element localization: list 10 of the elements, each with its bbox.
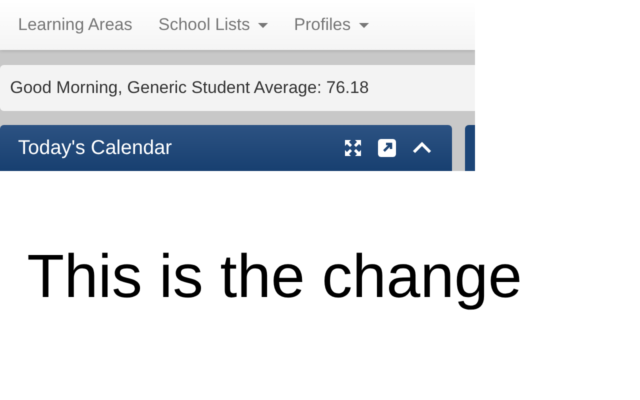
panel-edge (465, 125, 475, 171)
panel-title: Today's Calendar (18, 136, 173, 160)
caption-text: This is the change (26, 241, 524, 311)
nav-link[interactable]: Profiles (294, 15, 369, 35)
chevron-up-icon[interactable] (412, 142, 432, 154)
external-link-icon[interactable] (378, 139, 396, 157)
greeting-text: Good Morning, Generic Student Average: 76.18 (0, 65, 475, 111)
nav-link[interactable]: School Lists (158, 15, 268, 35)
expand-icon[interactable] (344, 139, 362, 157)
nav-link[interactable]: Learning Areas (18, 15, 132, 35)
